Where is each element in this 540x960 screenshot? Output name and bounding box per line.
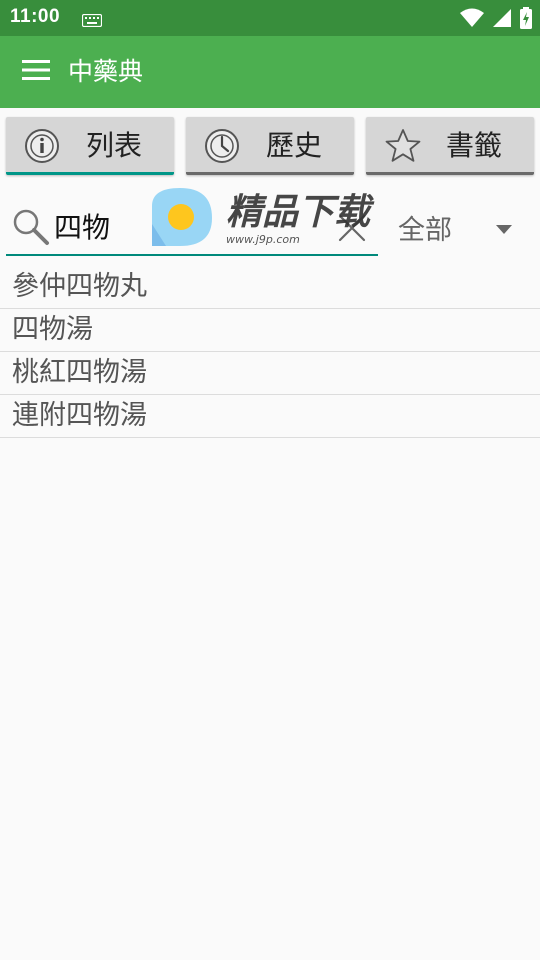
tab-history[interactable]: 歷史 — [186, 117, 354, 175]
menu-button[interactable] — [14, 52, 58, 92]
battery-icon — [520, 7, 532, 33]
list-item[interactable]: 連附四物湯 — [0, 395, 540, 438]
cell-signal-icon — [492, 8, 512, 32]
search-box — [6, 198, 378, 256]
filter-selected-value: 全部 — [398, 215, 452, 246]
status-bar: 11:00 — [0, 0, 540, 36]
tab-list[interactable]: 列表 — [6, 117, 174, 175]
wifi-icon — [460, 8, 484, 32]
tab-bookmarks-label: 書籤 — [446, 129, 503, 162]
tab-bar: 列表 歷史 書籤 — [0, 108, 540, 180]
status-time: 11:00 — [10, 6, 61, 27]
info-circle-icon — [24, 128, 60, 164]
search-row: 全部 — [0, 188, 540, 264]
result-list: 參仲四物丸 四物湯 桃紅四物湯 連附四物湯 — [0, 266, 540, 438]
tab-history-label: 歷史 — [266, 129, 323, 162]
list-item[interactable]: 四物湯 — [0, 309, 540, 352]
tab-bookmarks[interactable]: 書籤 — [366, 117, 534, 175]
status-icons — [460, 7, 532, 33]
search-icon — [10, 206, 50, 246]
star-icon — [384, 128, 421, 164]
dropdown-arrow-icon — [496, 220, 512, 239]
clock-icon — [204, 128, 240, 164]
search-input[interactable] — [54, 206, 324, 246]
app-title: 中藥典 — [68, 57, 144, 86]
clear-search-button[interactable] — [336, 212, 368, 244]
list-item[interactable]: 桃紅四物湯 — [0, 352, 540, 395]
category-filter-dropdown[interactable]: 全部 — [390, 198, 530, 254]
tab-list-label: 列表 — [86, 129, 143, 162]
hamburger-menu-icon — [22, 59, 50, 85]
keyboard-icon — [81, 12, 103, 31]
app-bar: 中藥典 — [0, 36, 540, 108]
list-item[interactable]: 參仲四物丸 — [0, 266, 540, 309]
